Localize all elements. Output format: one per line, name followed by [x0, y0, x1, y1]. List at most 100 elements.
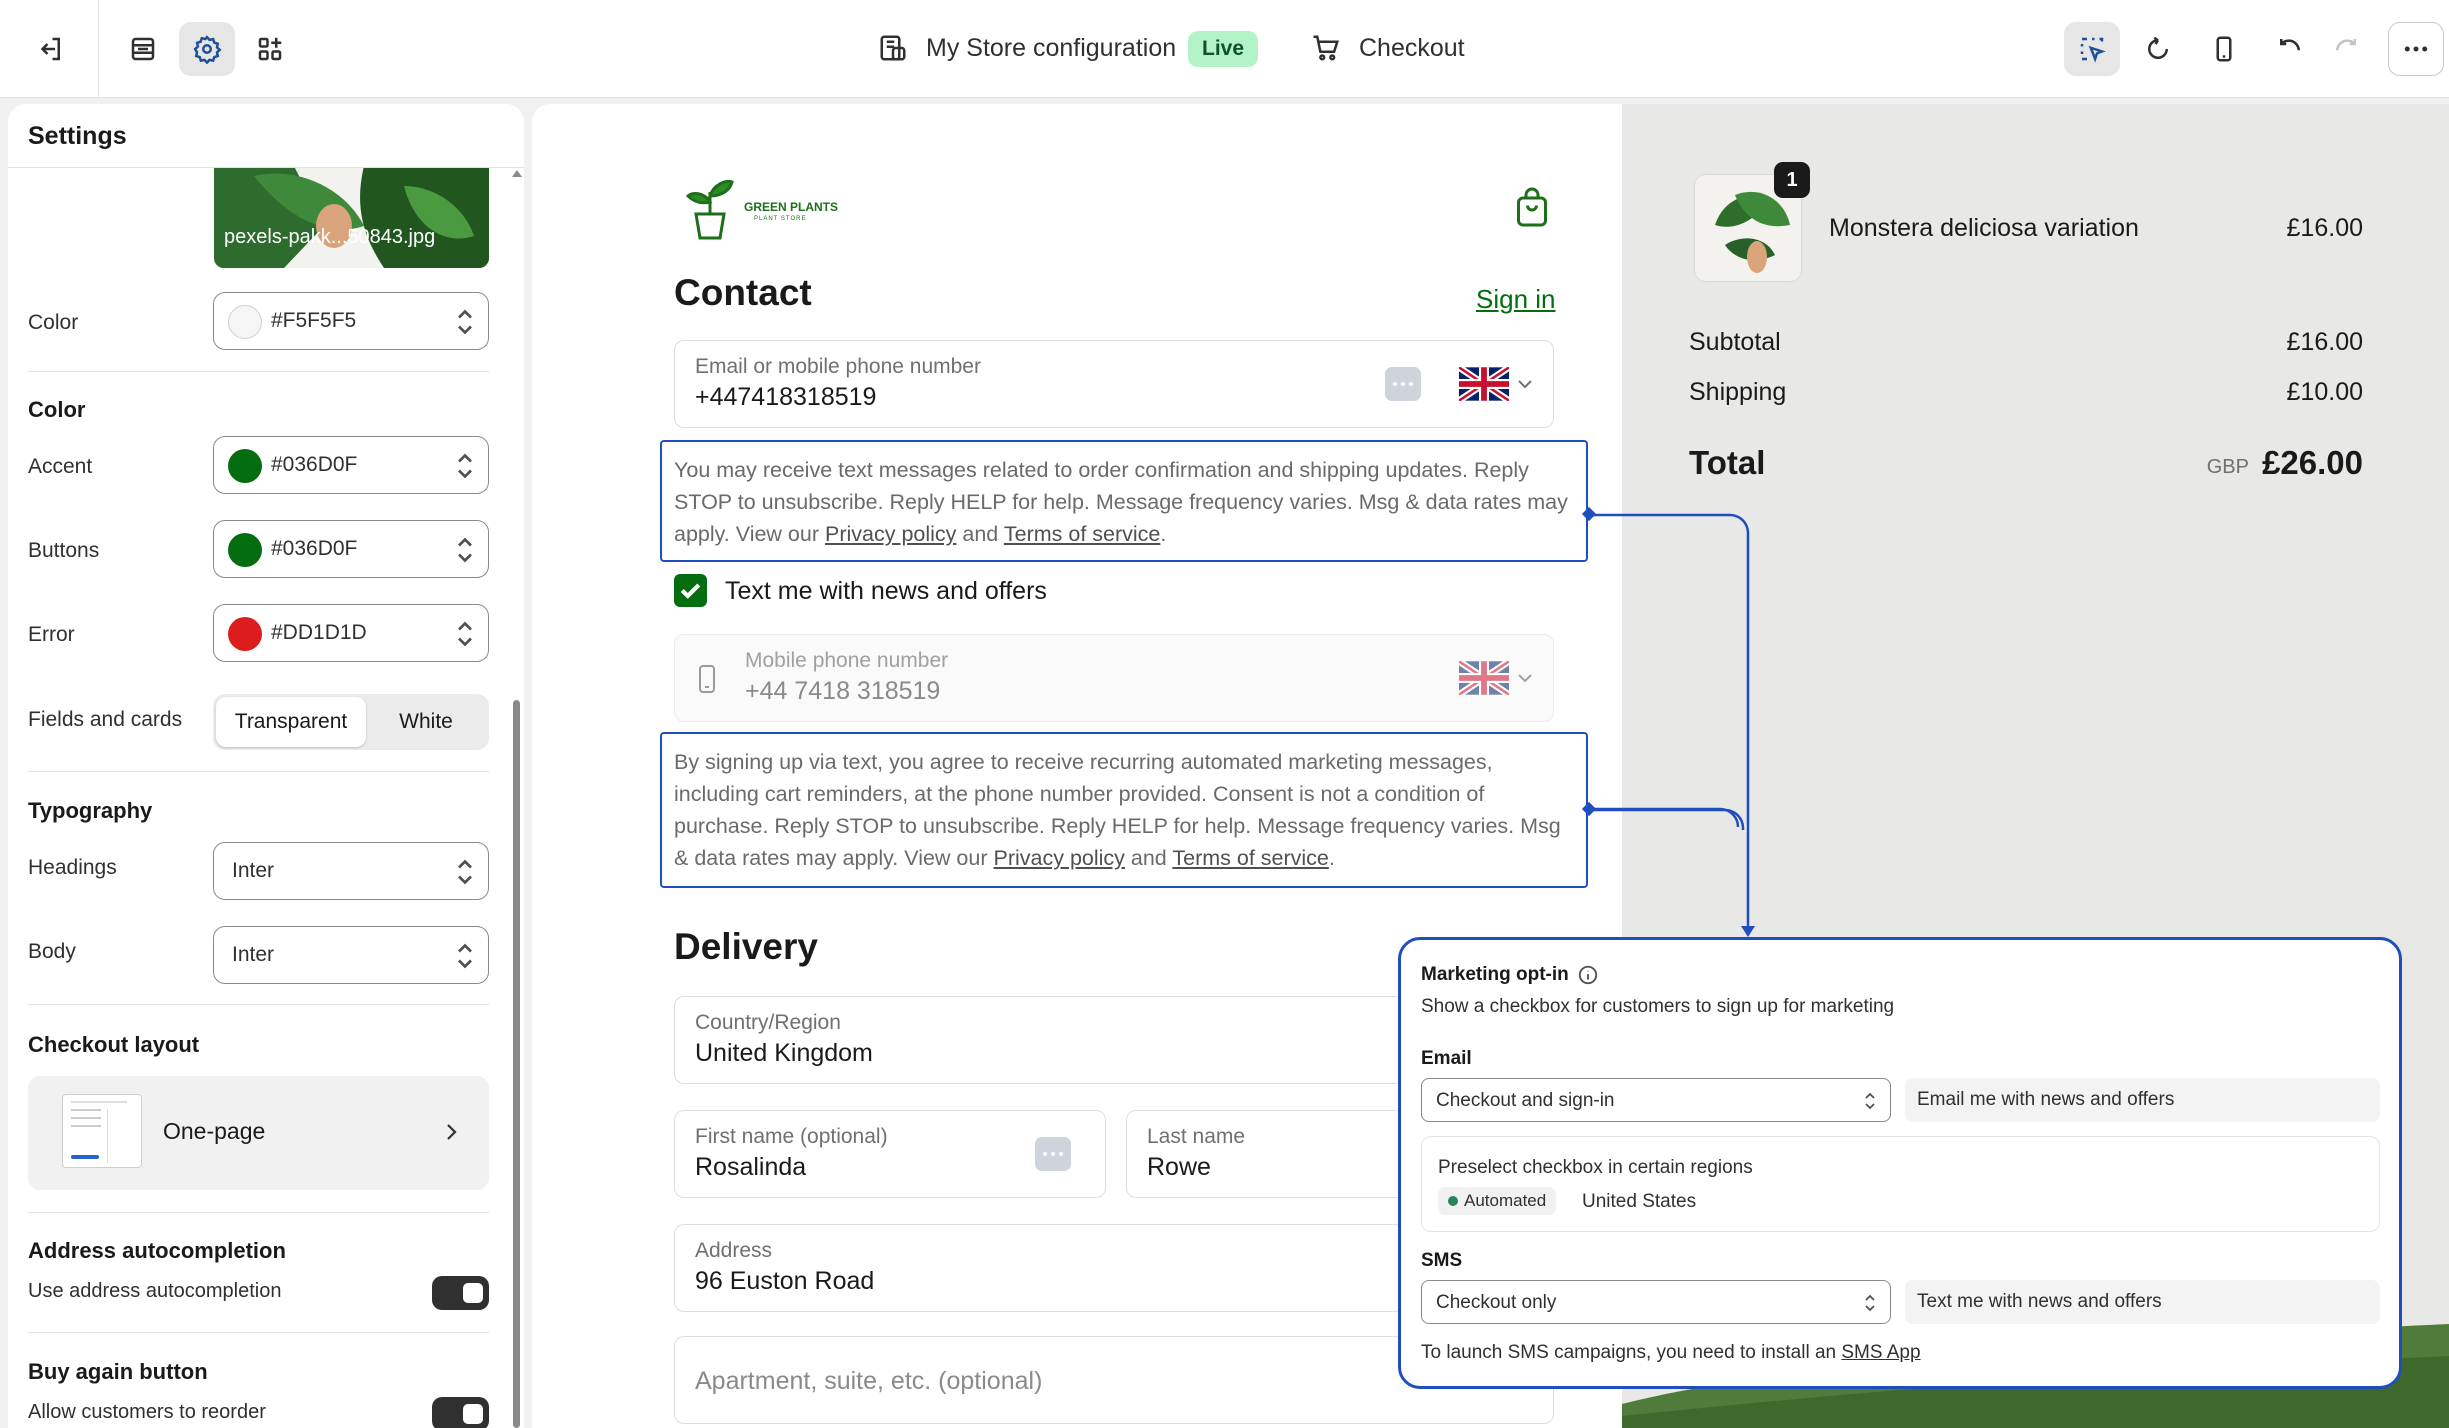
- mobile-phone-field[interactable]: Mobile phone number +44 7418 318519: [674, 634, 1554, 722]
- sign-in-link[interactable]: Sign in: [1476, 284, 1556, 315]
- email-checkbox-text-field[interactable]: Email me with news and offers: [1905, 1078, 2380, 1122]
- accent-label: Accent: [28, 455, 93, 478]
- more-options-icon[interactable]: [2388, 22, 2444, 76]
- fields-cards-label: Fields and cards: [28, 708, 183, 731]
- sms-select-value: Checkout only: [1436, 1292, 1557, 1313]
- address-value: 96 Euston Road: [695, 1267, 875, 1295]
- top-toolbar: My Store configuration Live Checkout: [0, 0, 2449, 98]
- sms-app-link[interactable]: SMS App: [1841, 1342, 1920, 1363]
- text-me-label[interactable]: Text me with news and offers: [725, 577, 1047, 606]
- privacy-policy-link[interactable]: Privacy policy: [825, 522, 956, 546]
- first-name-field[interactable]: First name (optional) Rosalinda: [674, 1110, 1106, 1198]
- quantity-badge: 1: [1774, 162, 1810, 198]
- headings-label: Headings: [28, 856, 117, 879]
- email-optin-select[interactable]: Checkout and sign-in: [1421, 1078, 1891, 1122]
- preselect-card[interactable]: Preselect checkbox in certain regions Au…: [1421, 1136, 2380, 1232]
- error-color-picker[interactable]: #DD1D1D: [213, 604, 489, 662]
- segment-transparent[interactable]: Transparent: [216, 697, 366, 747]
- body-font-select[interactable]: Inter: [213, 926, 489, 984]
- shipping-value: £10.00: [2286, 378, 2363, 406]
- popover-title: Marketing opt-in: [1421, 964, 1569, 985]
- logo-subtitle: PLANT STORE: [754, 216, 807, 222]
- sms-notice-box[interactable]: You may receive text messages related to…: [660, 440, 1588, 562]
- email-checkbox-text: Email me with news and offers: [1917, 1089, 2175, 1110]
- last-name-value: Rowe: [1147, 1153, 1211, 1181]
- undo-icon[interactable]: [2262, 22, 2318, 76]
- sms-consent-box[interactable]: By signing up via text, you agree to rec…: [660, 732, 1588, 888]
- error-swatch[interactable]: [228, 617, 262, 651]
- sms-optin-select[interactable]: Checkout only: [1421, 1280, 1891, 1324]
- apps-icon[interactable]: [242, 22, 298, 76]
- chevron-down-icon: [1518, 674, 1532, 683]
- sms-checkbox-text-field[interactable]: Text me with news and offers: [1905, 1280, 2380, 1324]
- sections-icon[interactable]: [115, 22, 171, 76]
- chevron-right-icon: [447, 1124, 457, 1140]
- total-value: £26.00: [2262, 444, 2363, 481]
- store-name[interactable]: My Store configuration: [926, 34, 1176, 63]
- chevron-updown-icon: [1865, 1092, 1875, 1110]
- and-text: and: [1124, 846, 1173, 870]
- first-name-value: Rosalinda: [695, 1153, 807, 1181]
- region-text: United States: [1582, 1191, 1697, 1212]
- chevron-updown-icon: [458, 943, 472, 969]
- uk-flag-icon[interactable]: [1459, 661, 1509, 695]
- email-value: +447418318519: [695, 383, 877, 411]
- autofill-icon[interactable]: [1385, 367, 1421, 401]
- last-name-label: Last name: [1147, 1125, 1246, 1148]
- store-logo[interactable]: GREEN PLANTS PLANT STORE: [684, 174, 838, 249]
- refresh-icon[interactable]: [2130, 22, 2186, 76]
- redo-icon[interactable]: [2318, 22, 2374, 76]
- mobile-label: Mobile phone number: [745, 649, 949, 672]
- email-select-value: Checkout and sign-in: [1436, 1090, 1615, 1111]
- terms-link[interactable]: Terms of service: [1004, 522, 1161, 546]
- buy-again-toggle[interactable]: [432, 1397, 489, 1428]
- status-dot-icon: [1448, 1196, 1458, 1206]
- accent-color-picker[interactable]: #036D0F: [213, 436, 489, 494]
- accent-swatch[interactable]: [228, 449, 262, 483]
- settings-panel: Settings pexels-pakk...50843.jpg Color #…: [8, 104, 524, 1428]
- headings-font-value: Inter: [232, 859, 275, 882]
- text-me-checkbox[interactable]: [674, 574, 707, 607]
- privacy-policy-link[interactable]: Privacy policy: [993, 846, 1124, 870]
- headings-font-select[interactable]: Inter: [213, 842, 489, 900]
- plant-logo-icon: [685, 180, 734, 240]
- layout-value: One-page: [163, 1118, 266, 1144]
- checkmark-icon: [680, 583, 701, 599]
- buttons-swatch[interactable]: [228, 533, 262, 567]
- sms-app-notice: To launch SMS campaigns, you need to ins…: [1421, 1342, 1921, 1364]
- autocompletion-label: Use address autocompletion: [28, 1280, 282, 1302]
- item-price: £16.00: [2286, 214, 2363, 242]
- settings-title: Settings: [28, 122, 127, 150]
- marketing-opt-in-popover: Marketing opt-in Show a checkbox for cus…: [1398, 937, 2402, 1389]
- autofill-icon[interactable]: [1035, 1137, 1071, 1171]
- inspector-select-icon[interactable]: [2064, 22, 2120, 76]
- settings-scrollbar[interactable]: [512, 170, 522, 1428]
- accent-value: #036D0F: [271, 453, 358, 476]
- email-phone-field[interactable]: Email or mobile phone number +4474183185…: [674, 340, 1554, 428]
- exit-icon[interactable]: [22, 22, 78, 76]
- sms-section-label: SMS: [1421, 1250, 1463, 1271]
- terms-link[interactable]: Terms of service: [1172, 846, 1329, 870]
- fields-segmented-control: Transparent White: [213, 694, 489, 750]
- shopping-bag-icon[interactable]: [1514, 186, 1550, 228]
- chevron-updown-icon: [458, 621, 472, 647]
- page-selector[interactable]: Checkout: [1359, 34, 1465, 63]
- country-value: United Kingdom: [695, 1039, 873, 1067]
- subtotal-label: Subtotal: [1689, 328, 1781, 356]
- info-icon[interactable]: [1577, 964, 1599, 986]
- phone-icon: [699, 665, 715, 693]
- buttons-value: #036D0F: [271, 537, 358, 560]
- error-value: #DD1D1D: [271, 621, 367, 644]
- segment-white[interactable]: White: [366, 697, 486, 747]
- settings-gear-icon[interactable]: [179, 22, 235, 76]
- automated-badge: Automated: [1438, 1187, 1557, 1215]
- buttons-color-picker[interactable]: #036D0F: [213, 520, 489, 578]
- mobile-preview-icon[interactable]: [2196, 22, 2252, 76]
- bg-color-picker[interactable]: #F5F5F5: [213, 292, 489, 350]
- uk-flag-icon[interactable]: [1459, 367, 1509, 401]
- background-image-thumbnail[interactable]: pexels-pakk...50843.jpg: [214, 166, 489, 268]
- autocompletion-toggle[interactable]: [432, 1276, 489, 1310]
- layout-option-card[interactable]: One-page: [28, 1076, 489, 1190]
- sms-notice-prefix: To launch SMS campaigns, you need to ins…: [1421, 1342, 1842, 1363]
- bg-color-swatch[interactable]: [228, 305, 262, 339]
